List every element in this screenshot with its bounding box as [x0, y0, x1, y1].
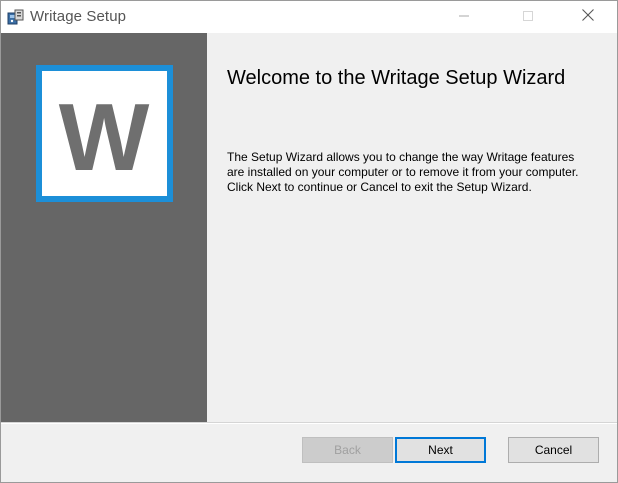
cancel-button[interactable]: Cancel [508, 437, 599, 463]
footer-divider-highlight [1, 423, 617, 424]
maximize-icon [523, 8, 533, 26]
wizard-sidebar-banner: W [1, 33, 207, 423]
next-button[interactable]: Next [395, 437, 486, 463]
installer-app-icon [7, 8, 25, 26]
wizard-description: The Setup Wizard allows you to change th… [227, 150, 579, 194]
close-icon [582, 8, 594, 26]
window-title: Writage Setup [30, 8, 127, 25]
logo-letter: W [59, 84, 150, 191]
close-button[interactable] [565, 1, 611, 33]
wizard-content: Welcome to the Writage Setup Wizard The … [207, 33, 617, 423]
title-bar[interactable]: Writage Setup [1, 1, 617, 33]
setup-window: Writage Setup W Welcome to the Writage S… [0, 0, 618, 483]
minimize-button[interactable] [441, 1, 487, 33]
maximize-button[interactable] [505, 1, 551, 33]
writage-w-logo-icon: W [36, 65, 173, 202]
minimize-icon [459, 8, 469, 26]
back-button[interactable]: Back [302, 437, 393, 463]
page-title: Welcome to the Writage Setup Wizard [227, 67, 566, 89]
